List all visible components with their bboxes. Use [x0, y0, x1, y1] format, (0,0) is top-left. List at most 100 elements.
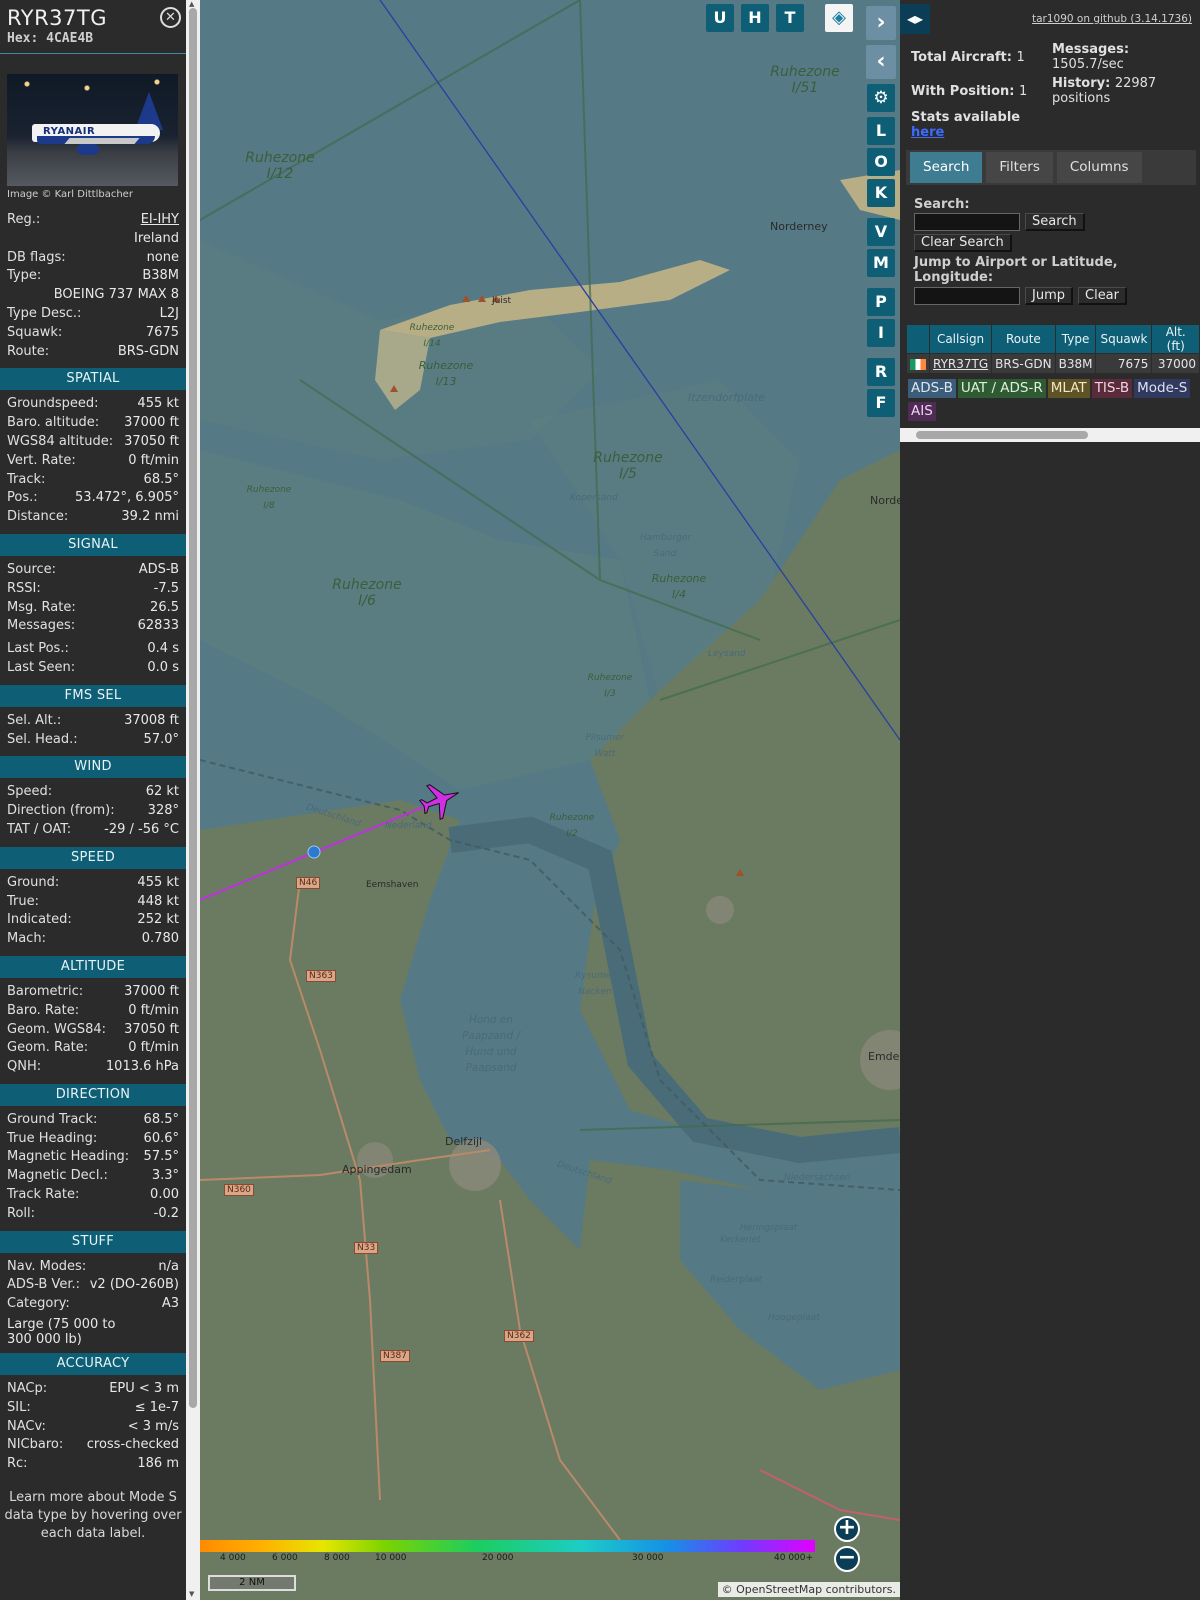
- detail-label[interactable]: Ground Track:: [7, 1112, 97, 1127]
- detail-label[interactable]: Magnetic Decl.:: [7, 1168, 108, 1183]
- tab-columns[interactable]: Columns: [1056, 152, 1142, 183]
- expand-collapse-icon[interactable]: ◂▸: [900, 4, 930, 34]
- detail-value: BRS-GDN: [117, 343, 179, 359]
- map-toggle-p-button[interactable]: P: [867, 288, 895, 316]
- zoom-out-button[interactable]: −: [834, 1546, 860, 1572]
- table-hscroll-thumb[interactable]: [916, 431, 1088, 439]
- detail-label[interactable]: Speed:: [7, 784, 52, 799]
- detail-label[interactable]: Roll:: [7, 1206, 35, 1221]
- detail-label[interactable]: Groundspeed:: [7, 396, 98, 411]
- detail-label: Type:: [7, 268, 42, 284]
- map-attribution[interactable]: © OpenStreetMap contributors.: [717, 1582, 900, 1597]
- layers-icon[interactable]: ◈: [825, 4, 853, 32]
- detail-row: True: 448 kt: [7, 894, 179, 913]
- aircraft-photo[interactable]: RYANAIR: [7, 74, 178, 186]
- detail-value: L2J: [159, 305, 179, 321]
- column-header[interactable]: Route: [991, 324, 1056, 354]
- detail-label[interactable]: Category:: [7, 1296, 70, 1311]
- detail-label[interactable]: Ground:: [7, 875, 59, 890]
- detail-label[interactable]: NACp:: [7, 1381, 47, 1396]
- clear-jump-button[interactable]: Clear: [1078, 287, 1127, 305]
- detail-label[interactable]: NICbaro:: [7, 1437, 63, 1452]
- column-header[interactable]: Alt. (ft): [1151, 324, 1200, 354]
- detail-label[interactable]: True Heading:: [7, 1131, 97, 1146]
- map-toggle-i-button[interactable]: I: [867, 319, 895, 347]
- detail-row: Last Pos.: 0.4 s: [7, 641, 179, 660]
- close-icon[interactable]: ✕: [160, 7, 181, 28]
- detail-label[interactable]: Baro. Rate:: [7, 1003, 79, 1018]
- detail-label[interactable]: SIL:: [7, 1400, 31, 1415]
- detail-label[interactable]: RSSI:: [7, 581, 41, 596]
- detail-label[interactable]: Baro. altitude:: [7, 415, 99, 430]
- gear-icon[interactable]: ⚙: [867, 84, 895, 112]
- detail-label[interactable]: Source:: [7, 562, 56, 577]
- zoom-in-button[interactable]: +: [834, 1516, 860, 1542]
- map-toggle-o-button[interactable]: O: [867, 148, 895, 176]
- detail-row: SIL: ≤ 1e-7: [7, 1400, 179, 1419]
- detail-label[interactable]: Track:: [7, 472, 45, 487]
- detail-label[interactable]: QNH:: [7, 1059, 41, 1074]
- jump-button[interactable]: Jump: [1025, 287, 1073, 305]
- detail-label[interactable]: True:: [7, 894, 39, 909]
- detail-label[interactable]: Sel. Head.:: [7, 732, 78, 747]
- stats-here-link[interactable]: here: [911, 125, 944, 140]
- table-cell[interactable]: RYR37TG: [928, 353, 993, 374]
- detail-row: Route: BRS-GDN: [7, 344, 179, 363]
- tab-filters[interactable]: Filters: [986, 152, 1053, 183]
- detail-label[interactable]: NACv:: [7, 1419, 46, 1434]
- toggle-h-button[interactable]: H: [741, 4, 769, 32]
- github-link[interactable]: tar1090 on github (3.14.1736): [1032, 13, 1192, 25]
- detail-label[interactable]: Mach:: [7, 931, 46, 946]
- column-header[interactable]: Squawk: [1095, 324, 1153, 354]
- column-header[interactable]: Callsign: [928, 324, 993, 354]
- info-scrollbar-thumb[interactable]: [189, 8, 197, 1408]
- detail-label[interactable]: Geom. Rate:: [7, 1040, 88, 1055]
- table-row[interactable]: RYR37TG BRS-GDN B38M 7675 37000: [906, 353, 1200, 374]
- search-button[interactable]: Search: [1025, 213, 1085, 231]
- detail-label[interactable]: Track Rate:: [7, 1187, 79, 1202]
- detail-label[interactable]: Sel. Alt.:: [7, 713, 61, 728]
- toggle-u-button[interactable]: U: [706, 4, 734, 32]
- registration-link[interactable]: EI-IHY: [141, 212, 179, 227]
- detail-label[interactable]: TAT / OAT:: [7, 822, 71, 837]
- detail-label[interactable]: Last Pos.:: [7, 641, 69, 656]
- map-toggle-v-button[interactable]: V: [867, 218, 895, 246]
- column-header[interactable]: [906, 324, 930, 354]
- detail-label[interactable]: WGS84 altitude:: [7, 434, 113, 449]
- clear-search-button[interactable]: Clear Search: [914, 234, 1012, 252]
- detail-label[interactable]: Nav. Modes:: [7, 1259, 86, 1274]
- detail-label[interactable]: Direction (from):: [7, 803, 115, 818]
- detail-label[interactable]: ADS-B Ver.:: [7, 1277, 80, 1292]
- info-scrollbar[interactable]: ▲ ▼: [186, 0, 200, 1600]
- map-toggle-k-button[interactable]: K: [867, 179, 895, 207]
- chevron-right-icon[interactable]: ›: [866, 6, 896, 40]
- detail-row: Type: B38M: [7, 268, 179, 287]
- table-header-row: Callsign Route Type Squawk Alt. (ft): [906, 324, 1200, 354]
- detail-label[interactable]: Messages:: [7, 618, 75, 633]
- map-toggle-r-button[interactable]: R: [867, 358, 895, 386]
- detail-label[interactable]: Vert. Rate:: [7, 453, 76, 468]
- map-view[interactable]: Ruhezone I/12 Ruhezone I/51 Ruhezone I/1…: [200, 0, 900, 1600]
- detail-label[interactable]: Barometric:: [7, 984, 83, 999]
- map-toggle-l-button[interactable]: L: [867, 117, 895, 145]
- scroll-up-arrow[interactable]: ▲: [189, 0, 194, 8]
- map-toggle-f-button[interactable]: F: [867, 389, 895, 417]
- column-header[interactable]: Type: [1054, 324, 1097, 354]
- table-hscrollbar[interactable]: [900, 428, 1200, 442]
- tab-search[interactable]: Search: [910, 152, 983, 183]
- detail-label[interactable]: Rc:: [7, 1456, 28, 1471]
- jump-input[interactable]: [914, 287, 1020, 305]
- detail-label[interactable]: Pos.:: [7, 490, 38, 505]
- detail-label[interactable]: Distance:: [7, 509, 68, 524]
- detail-label[interactable]: Msg. Rate:: [7, 600, 76, 615]
- scroll-down-arrow[interactable]: ▼: [189, 1590, 194, 1598]
- detail-row: Direction (from): 328°: [7, 803, 179, 822]
- detail-label[interactable]: Magnetic Heading:: [7, 1149, 129, 1164]
- toggle-t-button[interactable]: T: [776, 4, 804, 32]
- detail-label[interactable]: Geom. WGS84:: [7, 1022, 106, 1037]
- map-toggle-m-button[interactable]: M: [867, 249, 895, 277]
- search-input[interactable]: [914, 213, 1020, 231]
- detail-label[interactable]: Last Seen:: [7, 660, 75, 675]
- detail-label[interactable]: Indicated:: [7, 912, 72, 927]
- chevron-left-icon[interactable]: ‹: [866, 45, 896, 79]
